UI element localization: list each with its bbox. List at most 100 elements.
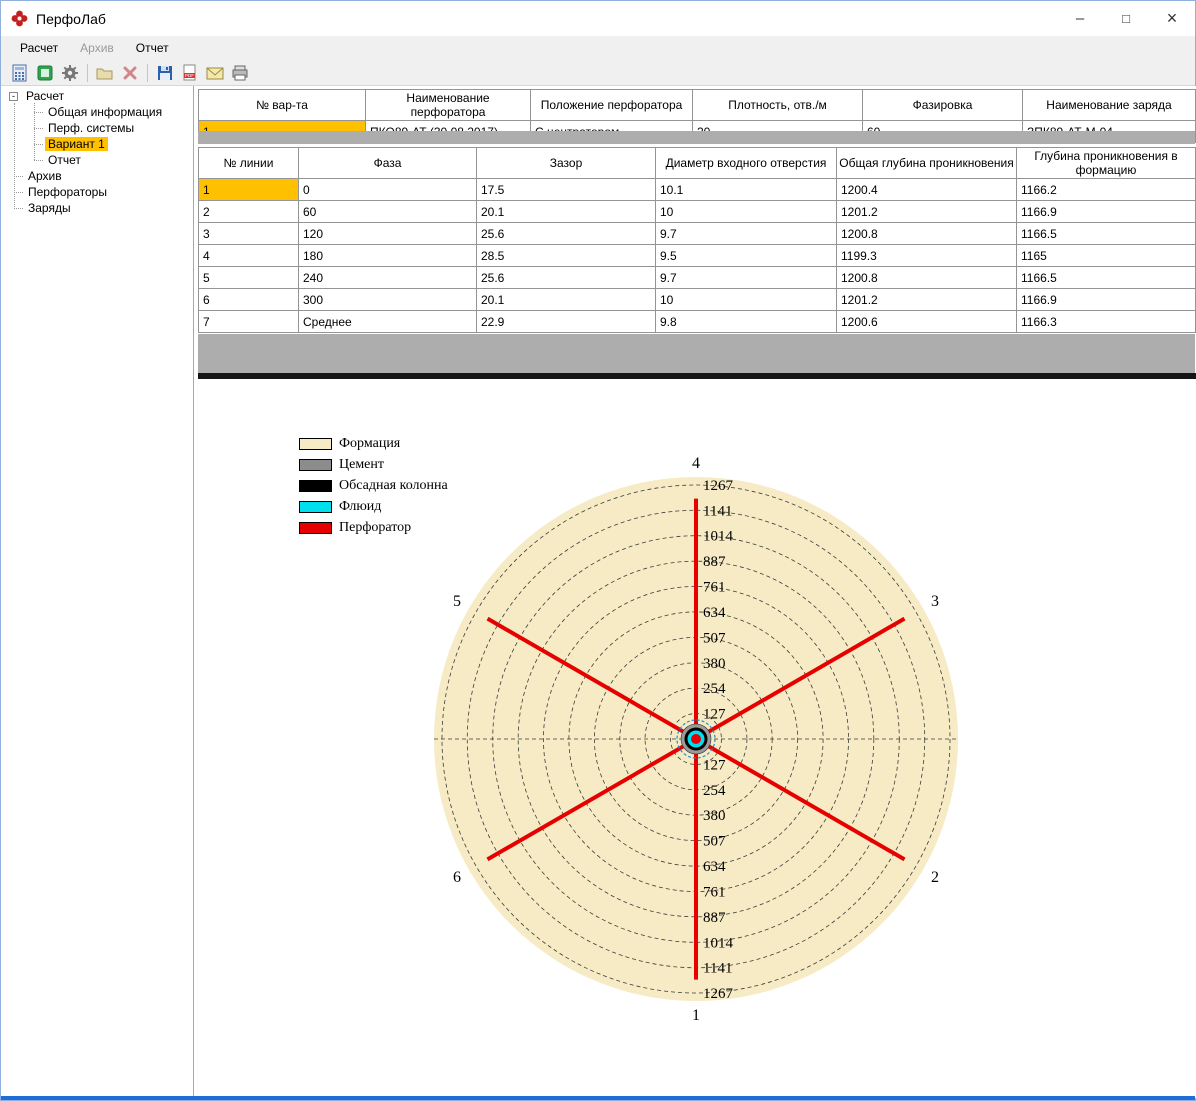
table-cell[interactable]: 6 — [199, 289, 299, 311]
tree-item[interactable]: Общая информация — [1, 104, 193, 120]
tree-item[interactable]: Перф. системы — [1, 120, 193, 136]
table-cell[interactable]: 300 — [299, 289, 477, 311]
window-controls: – □ × — [1057, 1, 1195, 35]
table-row: 7Среднее22.99.81200.61166.3 — [199, 311, 1196, 333]
table-cell[interactable]: 25.6 — [477, 223, 656, 245]
table-cell[interactable]: 9.7 — [656, 267, 837, 289]
table-cell[interactable]: 28.5 — [477, 245, 656, 267]
tree-connector — [14, 176, 23, 177]
table-cell[interactable]: 1201.2 — [837, 289, 1017, 311]
tree-collapse-box[interactable]: - — [9, 92, 18, 101]
toolbar-separator — [147, 64, 148, 82]
table-cell[interactable]: 180 — [299, 245, 477, 267]
tree-item-label[interactable]: Перфораторы — [25, 185, 110, 199]
table-cell[interactable]: 1 — [199, 179, 299, 201]
table-cell[interactable]: 1166.9 — [1017, 289, 1196, 311]
table-cell[interactable]: 1166.2 — [1017, 179, 1196, 201]
table-cell[interactable]: 1165 — [1017, 245, 1196, 267]
tree-item-label[interactable]: Заряды — [25, 201, 74, 215]
tree-item-label[interactable]: Общая информация — [45, 105, 165, 119]
menu-item-otchet[interactable]: Отчет — [125, 38, 180, 58]
table-cell[interactable]: 2 — [199, 201, 299, 223]
legend-swatch — [299, 459, 332, 471]
open-folder-button[interactable] — [94, 62, 116, 84]
table-cell[interactable]: 10 — [656, 201, 837, 223]
table-cell[interactable]: 1166.5 — [1017, 223, 1196, 245]
table-cell[interactable]: Среднее — [299, 311, 477, 333]
tree-item-label[interactable]: Вариант 1 — [45, 137, 108, 151]
menu-item-arhiv[interactable]: Архив — [69, 38, 125, 58]
tree-item-label[interactable]: Архив — [25, 169, 65, 183]
calculator-button[interactable] — [9, 62, 31, 84]
svg-text:1267: 1267 — [703, 986, 734, 1002]
title-bar: ПерфоЛаб – □ × — [1, 1, 1195, 36]
svg-text:PDF: PDF — [185, 73, 194, 78]
svg-text:634: 634 — [703, 605, 726, 621]
table-cell[interactable]: 4 — [199, 245, 299, 267]
table-cell[interactable]: 1200.4 — [837, 179, 1017, 201]
column-header: Наименование заряда — [1023, 90, 1196, 121]
svg-text:3: 3 — [931, 593, 939, 610]
table-cell[interactable]: 17.5 — [477, 179, 656, 201]
table-cell[interactable]: 20.1 — [477, 289, 656, 311]
table-cell[interactable]: 120 — [299, 223, 477, 245]
table-cell[interactable]: 5 — [199, 267, 299, 289]
tree-item[interactable]: Отчет — [1, 152, 193, 168]
tree-connector — [34, 112, 43, 113]
svg-text:1014: 1014 — [703, 935, 734, 951]
tree-item[interactable]: Вариант 1 — [1, 136, 193, 152]
svg-text:1014: 1014 — [703, 529, 734, 545]
tree-connector — [34, 103, 35, 160]
window-border-accent — [1, 1096, 1195, 1100]
tree-item[interactable]: Архив — [1, 168, 193, 184]
table-cell[interactable]: 10.1 — [656, 179, 837, 201]
legend-item: Цемент — [299, 454, 448, 475]
svg-text:1141: 1141 — [703, 961, 732, 977]
legend-label: Цемент — [339, 457, 384, 473]
tree-item-label[interactable]: Отчет — [45, 153, 84, 167]
tree-item-label[interactable]: Расчет — [23, 89, 67, 103]
app-icon — [11, 10, 28, 27]
tree-item-label[interactable]: Перф. системы — [45, 121, 137, 135]
settings-gear-button[interactable] — [59, 62, 81, 84]
table-cell[interactable]: 1166.9 — [1017, 201, 1196, 223]
table-cell[interactable]: 1200.8 — [837, 223, 1017, 245]
table-cell[interactable]: 20.1 — [477, 201, 656, 223]
table-cell[interactable]: 1166.3 — [1017, 311, 1196, 333]
table-cell[interactable]: 25.6 — [477, 267, 656, 289]
table-cell[interactable]: 1200.6 — [837, 311, 1017, 333]
database-save-button[interactable] — [34, 62, 56, 84]
table-cell[interactable]: 0 — [299, 179, 477, 201]
table-cell[interactable]: 22.9 — [477, 311, 656, 333]
table-cell[interactable]: 7 — [199, 311, 299, 333]
table-cell[interactable]: 9.5 — [656, 245, 837, 267]
table-cell[interactable]: 60 — [299, 201, 477, 223]
delete-x-button[interactable] — [119, 62, 141, 84]
menu-bar: РасчетАрхивОтчет — [1, 36, 1195, 60]
legend-label: Формация — [339, 436, 400, 452]
column-header: Фаза — [299, 148, 477, 179]
table-cell[interactable]: 1166.5 — [1017, 267, 1196, 289]
email-button[interactable] — [204, 62, 226, 84]
table-cell[interactable]: 1199.3 — [837, 245, 1017, 267]
table-cell[interactable]: 10 — [656, 289, 837, 311]
table-cell[interactable]: 9.7 — [656, 223, 837, 245]
table-row: 630020.1101201.21166.9 — [199, 289, 1196, 311]
table-cell[interactable]: 1201.2 — [837, 201, 1017, 223]
svg-text:127: 127 — [703, 757, 726, 773]
close-button[interactable]: × — [1149, 1, 1195, 35]
legend-item: Формация — [299, 433, 448, 454]
maximize-button[interactable]: □ — [1103, 1, 1149, 35]
table-cell[interactable]: 1200.8 — [837, 267, 1017, 289]
table-cell[interactable]: 9.8 — [656, 311, 837, 333]
table-cell[interactable]: 240 — [299, 267, 477, 289]
menu-item-raschet[interactable]: Расчет — [9, 38, 69, 58]
tree-item[interactable]: Перфораторы — [1, 184, 193, 200]
pdf-export-button[interactable]: PDF — [179, 62, 201, 84]
tree-item[interactable]: -Расчет — [1, 88, 193, 104]
minimize-button[interactable]: – — [1057, 1, 1103, 35]
print-button[interactable] — [229, 62, 251, 84]
save-diskette-button[interactable] — [154, 62, 176, 84]
table-cell[interactable]: 3 — [199, 223, 299, 245]
tree-item[interactable]: Заряды — [1, 200, 193, 216]
